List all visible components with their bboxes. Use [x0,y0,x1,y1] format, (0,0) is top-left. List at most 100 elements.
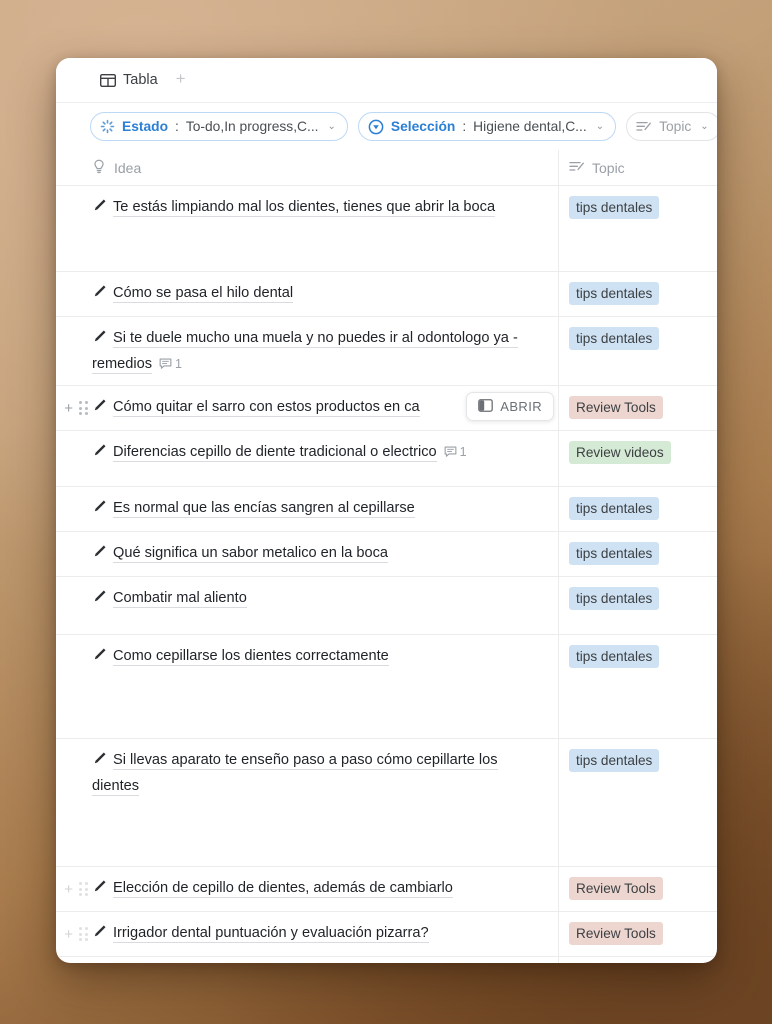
cell-topic[interactable]: tips dentales [559,186,717,271]
pencil-icon [92,498,107,522]
cell-idea[interactable]: Qué significa un sabor metalico en la bo… [92,532,559,576]
cell-idea[interactable]: Cómo se pasa el hilo dental [92,272,559,316]
row-gutter[interactable]: + [56,386,92,430]
table-row[interactable]: +Te estás limpiando mal los dientes, tie… [56,185,717,271]
row-gutter[interactable]: + [56,867,92,911]
cell-idea[interactable]: Como cepillarse los dientes correctament… [92,635,559,738]
filter-chip-seleccion-sep: : [462,119,467,134]
cell-idea[interactable]: Si te duele mucho una muela y no puedes … [92,317,559,385]
table-row[interactable]: +Cómo se pasa el hilo dentaltips dentale… [56,271,717,316]
cell-topic[interactable]: Review Tools [559,912,717,956]
add-row-button[interactable]: + [64,927,73,942]
pencil-icon [92,283,107,307]
cell-idea[interactable]: Combatir mal aliento [92,577,559,634]
filter-chip-estado-value: To-do,In progress,C... [185,119,319,134]
idea-text-line: Cómo quitar el sarro con estos productos… [92,399,420,417]
column-header-idea[interactable]: Idea [92,149,559,186]
filter-bar: Estado: To-do,In progress,C... ⌄ Selecci… [56,102,717,150]
idea-text: Cómo quitar el sarro con estos productos… [113,399,420,417]
cell-topic[interactable]: tips dentales [559,487,717,531]
comment-count[interactable]: 1 [159,352,182,376]
idea-text: Cómo se pasa el hilo dental [113,285,294,303]
pencil-icon [92,750,107,774]
table-row[interactable]: + Cómo quitar el sarro con estos producto… [56,385,717,430]
idea-text: Combatir mal aliento [113,590,247,608]
table-row[interactable]: +Qué significa un sabor metalico en la b… [56,531,717,576]
column-header-topic-label: Topic [592,160,625,176]
table-row[interactable]: + Irrigador dental puntuación y evaluació… [56,911,717,956]
chevron-down-icon[interactable]: ⌄ [700,121,708,132]
comment-count-value: 1 [459,445,467,459]
topic-badge: tips dentales [569,587,660,610]
table-row[interactable]: +Combatir mal alientotips dentales [56,576,717,634]
table-row[interactable]: +Diferencias cepillo de diente tradicion… [56,430,717,486]
chevron-down-icon[interactable]: ⌄ [328,121,336,132]
pencil-icon [92,397,107,421]
drag-handle[interactable] [79,927,88,941]
idea-text: Irrigador dental puntuación y evaluación… [113,925,429,943]
cell-idea[interactable]: Elección de cepillo de dientes, además d… [92,867,559,911]
add-row-button[interactable]: + [64,882,73,897]
table-row[interactable]: +Si te duele mucho una muela y no puedes… [56,316,717,385]
add-tab-button[interactable]: + [176,70,186,92]
table-row[interactable]: +Como cepillarse los dientes correctamen… [56,634,717,738]
cell-idea[interactable]: Irrigador dental puntuación y evaluación… [92,912,559,956]
cell-topic[interactable]: Review videos [559,957,717,963]
table-row[interactable]: + Elección de cepillo de dientes, además … [56,866,717,911]
idea-text-line: Diferencias cepillo de diente tradiciona… [92,444,467,462]
cell-idea[interactable]: Es normal que las encías sangren al cepi… [92,487,559,531]
column-header-topic[interactable]: Topic [559,150,717,185]
add-row-button[interactable]: + [64,401,73,416]
filter-chip-seleccion-key: Selección [390,119,456,134]
cell-idea[interactable]: Grabar Proceso Higiene Dental [92,957,559,963]
pencil-icon [92,328,107,352]
topic-badge: tips dentales [569,282,660,305]
tab-strip: Tabla + [56,58,717,92]
chevron-down-icon[interactable]: ⌄ [596,121,604,132]
idea-text: Si te duele mucho una muela y no puedes … [92,330,518,374]
filter-chip-seleccion[interactable]: Selección: Higiene dental,C... ⌄ [357,112,617,141]
tab-tabla[interactable]: Tabla [100,72,158,92]
idea-text-line: Irrigador dental puntuación y evaluación… [92,925,429,943]
filter-chip-seleccion-value: Higiene dental,C... [473,119,587,134]
drag-handle[interactable] [79,401,88,415]
cell-idea[interactable]: Si llevas aparato te enseño paso a paso … [92,739,559,866]
cell-topic[interactable]: tips dentales [559,739,717,866]
idea-text-line: Como cepillarse los dientes correctament… [92,648,389,666]
lightbulb-icon [92,159,106,177]
topic-badge: Review Tools [569,922,663,945]
table-row[interactable]: +Si llevas aparato te enseño paso a paso… [56,738,717,866]
abrir-button[interactable]: ABRIR [466,392,554,421]
cell-topic[interactable]: Review Tools [559,867,717,911]
filter-chip-estado[interactable]: Estado: To-do,In progress,C... ⌄ [90,112,348,141]
idea-text: Elección de cepillo de dientes, además d… [113,880,453,898]
cell-idea[interactable]: Cómo quitar el sarro con estos productos… [92,386,559,430]
table-row[interactable]: +Es normal que las encías sangren al cep… [56,486,717,531]
topic-badge: tips dentales [569,327,660,350]
cell-topic[interactable]: tips dentales [559,532,717,576]
cell-topic[interactable]: Review Tools [559,386,717,430]
column-header-idea-label: Idea [114,159,142,176]
table-header-row: Idea Topic [56,149,717,186]
cell-topic[interactable]: tips dentales [559,577,717,634]
circle-triangle-icon [368,119,384,135]
drag-handle[interactable] [79,882,88,896]
filter-chip-topic[interactable]: Topic ⌄ [626,112,717,141]
topic-badge: tips dentales [569,749,660,772]
idea-text-line: Si llevas aparato te enseño paso a paso … [92,750,498,796]
cell-topic[interactable]: tips dentales [559,272,717,316]
table-row[interactable]: +Grabar Proceso Higiene DentalReview vid… [56,956,717,963]
cell-topic[interactable]: Review videos [559,431,717,486]
pencil-icon [92,588,107,612]
topic-badge: Review videos [569,441,671,464]
cell-topic[interactable]: tips dentales [559,317,717,385]
cell-idea[interactable]: Te estás limpiando mal los dientes, tien… [92,186,559,271]
filter-chip-estado-sep: : [175,119,179,134]
row-gutter[interactable]: + [56,912,92,956]
filter-chip-estado-key: Estado [122,119,168,134]
comment-count[interactable]: 1 [444,440,467,464]
cell-idea[interactable]: Diferencias cepillo de diente tradiciona… [92,431,559,486]
cell-topic[interactable]: tips dentales [559,635,717,738]
table-icon [100,73,116,87]
idea-text-line: Qué significa un sabor metalico en la bo… [92,545,389,563]
